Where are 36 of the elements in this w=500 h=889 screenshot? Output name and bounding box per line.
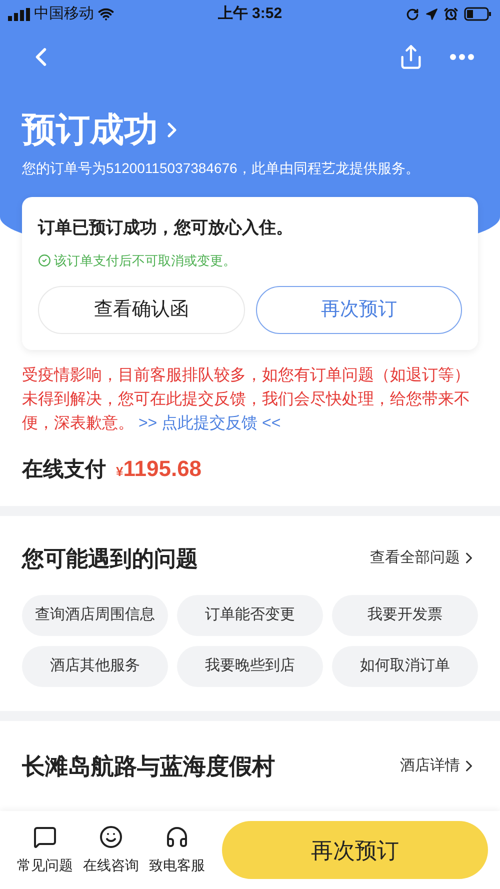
rebook-button[interactable]: 再次预订 xyxy=(256,286,462,334)
signal-icon xyxy=(8,8,30,20)
bottom-tab[interactable]: 在线咨询 xyxy=(78,824,144,876)
cancel-notice: 该订单支付后不可取消或变更。 xyxy=(54,252,236,270)
success-message: 订单已预订成功，您可放心入住。 xyxy=(38,217,294,239)
status-time: 上午 3:52 xyxy=(216,4,284,24)
bottom-tab[interactable]: 常见问题 xyxy=(12,824,78,876)
wifi-icon xyxy=(98,6,114,22)
battery-icon xyxy=(464,7,492,21)
order-note: 您的订单号为51200115037384676，此单由同程艺龙提供服务。 xyxy=(21,159,420,178)
alert-message: 受疫情影响，目前客服排队较多，如您有订单问题（如退订等）未得到解决，您可在此提交反馈，我们会尽快处理，给您带来不便，深表歉意。 >> 点此提交反馈 << xyxy=(21,366,471,434)
more-icon xyxy=(450,54,474,60)
question-chip[interactable]: 我要开发票 xyxy=(332,594,478,636)
more-button[interactable] xyxy=(450,54,474,60)
question-chip[interactable]: 查询酒店周围信息 xyxy=(22,594,168,636)
hotel-details-link[interactable]: 酒店详情 xyxy=(400,754,478,777)
payment-label: 在线支付 xyxy=(22,457,106,483)
hotel-name: 长滩岛航路与蓝海度假村 xyxy=(22,752,276,780)
section-title: 您可能遇到的问题 xyxy=(22,544,199,572)
question-chip[interactable]: 酒店其他服务 xyxy=(22,646,168,686)
confirmation-button[interactable]: 查看确认函 xyxy=(38,286,244,334)
payment-amount: ¥1195.68 xyxy=(116,455,202,483)
feedback-link[interactable]: >> 点此提交反馈 << xyxy=(138,415,281,432)
page-title: 预订成功 xyxy=(22,110,158,151)
question-chip[interactable]: 我要晚些到店 xyxy=(177,646,323,686)
smiley-icon xyxy=(99,824,123,848)
check-icon xyxy=(38,254,51,267)
location-icon xyxy=(425,8,438,20)
rebook-cta-button[interactable]: 再次预订 xyxy=(222,821,488,879)
bottom-tab[interactable]: 致电客服 xyxy=(144,824,210,876)
alarm-icon xyxy=(444,7,458,21)
question-chip[interactable]: 订单能否变更 xyxy=(177,594,323,636)
headset-icon xyxy=(165,824,189,848)
question-chip[interactable]: 如何取消订单 xyxy=(332,646,478,686)
all-questions-link[interactable]: 查看全部问题 xyxy=(370,546,478,570)
carrier-name: 中国移动 xyxy=(34,4,94,24)
